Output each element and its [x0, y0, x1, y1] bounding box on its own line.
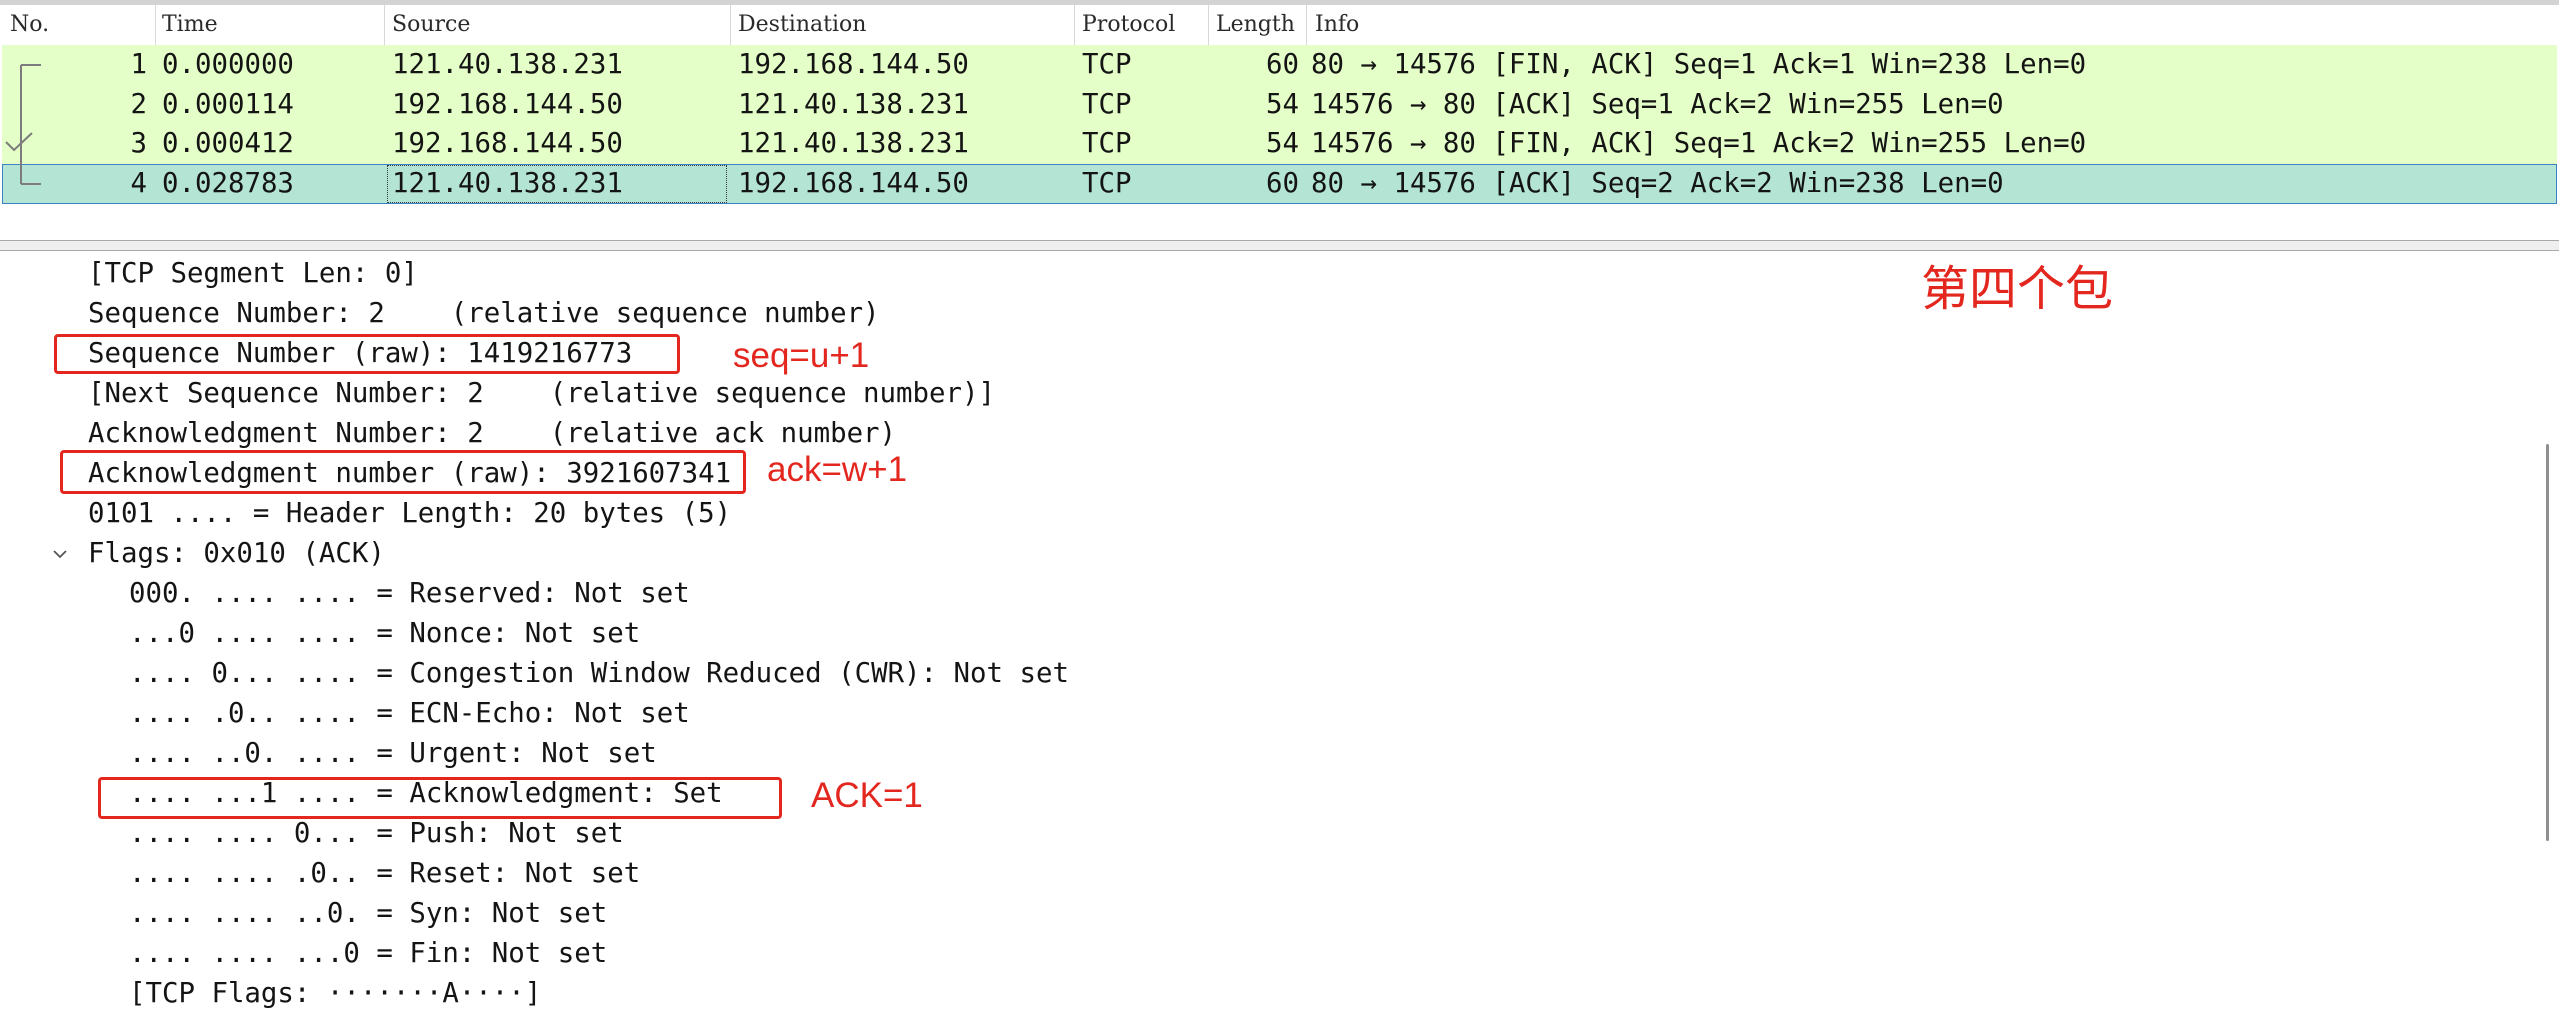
annotation-fourth-packet: 第四个包	[1921, 263, 2114, 316]
packet-destination: 192.168.144.50	[738, 49, 969, 80]
packet-row[interactable]: 2 0.000114 192.168.144.50 121.40.138.231…	[2, 85, 2557, 125]
packet-source: 192.168.144.50	[392, 89, 623, 120]
detail-flags[interactable]: Flags: 0x010 (ACK)	[88, 534, 385, 574]
detail-sequence-number[interactable]: Sequence Number: 2 (relative sequence nu…	[88, 294, 880, 334]
highlight-box-sequence-raw	[54, 334, 680, 374]
column-header-length[interactable]: Length	[1216, 5, 1295, 45]
pane-splitter[interactable]	[0, 241, 2559, 251]
column-resize-handle[interactable]	[155, 5, 156, 45]
packet-source: 121.40.138.231	[392, 49, 623, 80]
detail-flag-cwr[interactable]: .... 0... .... = Congestion Window Reduc…	[129, 654, 1069, 694]
packet-source: 192.168.144.50	[392, 128, 623, 159]
annotation-ack: ack=w+1	[767, 450, 908, 489]
packet-info: 80 → 14576 [FIN, ACK] Seq=1 Ack=1 Win=23…	[1311, 49, 2087, 80]
packet-protocol: TCP	[1082, 49, 1132, 80]
packet-protocol: TCP	[1082, 128, 1132, 159]
chevron-down-icon[interactable]	[52, 547, 68, 561]
packet-destination: 121.40.138.231	[738, 128, 969, 159]
packet-length: 60	[1266, 168, 1299, 199]
detail-flag-push[interactable]: .... .... 0... = Push: Not set	[129, 814, 624, 854]
packet-length: 54	[1266, 128, 1299, 159]
cell-focus-rectangle	[387, 165, 727, 203]
column-resize-handle[interactable]	[1208, 5, 1209, 45]
detail-tcp-flags-summary[interactable]: [TCP Flags: ·······A····]	[129, 974, 541, 1014]
column-resize-handle[interactable]	[384, 5, 385, 45]
packet-row[interactable]: 1 0.000000 121.40.138.231 192.168.144.50…	[2, 45, 2557, 85]
column-header-source[interactable]: Source	[392, 5, 470, 45]
details-scrollbar-thumb[interactable]	[2546, 444, 2549, 841]
column-resize-handle[interactable]	[1306, 5, 1307, 45]
packet-time: 0.000000	[162, 49, 294, 80]
column-header-destination[interactable]: Destination	[738, 5, 866, 45]
packet-destination: 121.40.138.231	[738, 89, 969, 120]
column-resize-handle[interactable]	[1074, 5, 1075, 45]
packet-info: 14576 → 80 [ACK] Seq=1 Ack=2 Win=255 Len…	[1311, 89, 2004, 120]
detail-header-length[interactable]: 0101 .... = Header Length: 20 bytes (5)	[88, 494, 731, 534]
column-header-protocol[interactable]: Protocol	[1082, 5, 1175, 45]
packet-row-selected[interactable]: 4 0.028783 121.40.138.231 192.168.144.50…	[2, 164, 2557, 204]
detail-flag-ecn-echo[interactable]: .... .0.. .... = ECN-Echo: Not set	[129, 694, 690, 734]
annotation-ack-flag: ACK=1	[811, 776, 923, 815]
column-header-no[interactable]: No.	[10, 5, 49, 45]
annotation-seq: seq=u+1	[733, 336, 870, 375]
column-header-time[interactable]: Time	[162, 5, 218, 45]
detail-tcp-segment-len[interactable]: [TCP Segment Len: 0]	[88, 254, 418, 294]
detail-flag-nonce[interactable]: ...0 .... .... = Nonce: Not set	[129, 614, 640, 654]
packet-time: 0.000412	[162, 128, 294, 159]
packet-info: 14576 → 80 [FIN, ACK] Seq=1 Ack=2 Win=25…	[1311, 128, 2087, 159]
detail-next-sequence-number[interactable]: [Next Sequence Number: 2 (relative seque…	[88, 374, 995, 414]
packet-destination: 192.168.144.50	[738, 168, 969, 199]
column-header-info[interactable]: Info	[1315, 5, 1359, 45]
packet-length: 60	[1266, 49, 1299, 80]
packet-info: 80 → 14576 [ACK] Seq=2 Ack=2 Win=238 Len…	[1311, 168, 2004, 199]
packet-protocol: TCP	[1082, 168, 1132, 199]
detail-flag-reserved[interactable]: 000. .... .... = Reserved: Not set	[129, 574, 690, 614]
packet-length: 54	[1266, 89, 1299, 120]
packet-protocol: TCP	[1082, 89, 1132, 120]
highlight-box-ack-raw	[60, 450, 746, 494]
detail-ack-number[interactable]: Acknowledgment Number: 2 (relative ack n…	[88, 414, 896, 454]
detail-flag-urgent[interactable]: .... ..0. .... = Urgent: Not set	[129, 734, 657, 774]
packet-row[interactable]: 3 0.000412 192.168.144.50 121.40.138.231…	[2, 124, 2557, 164]
detail-flag-reset[interactable]: .... .... .0.. = Reset: Not set	[129, 854, 640, 894]
detail-flag-fin[interactable]: .... .... ...0 = Fin: Not set	[129, 934, 607, 974]
detail-flag-syn[interactable]: .... .... ..0. = Syn: Not set	[129, 894, 607, 934]
related-packets-indicator-icon	[5, 64, 41, 185]
column-resize-handle[interactable]	[730, 5, 731, 45]
packet-time: 0.000114	[162, 89, 294, 120]
highlight-box-ack-flag	[98, 777, 782, 819]
packet-time: 0.028783	[162, 168, 294, 199]
